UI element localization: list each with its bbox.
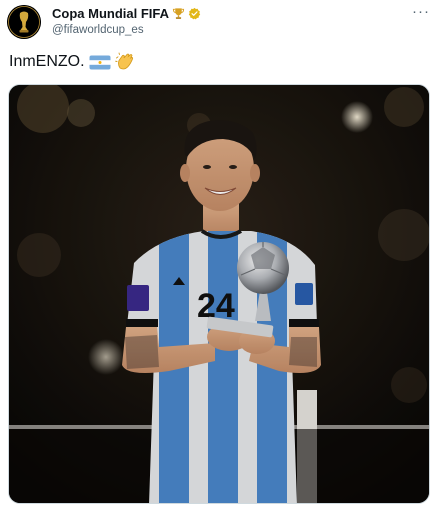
fifa-world-cup-trophy-logo-icon (7, 5, 41, 39)
author-name-row: Copa Mundial FIFA (52, 6, 201, 21)
tweet-media-photo[interactable]: 24 (8, 84, 430, 504)
player-trophy-photo: 24 (9, 85, 429, 503)
author-handle[interactable]: @fifaworldcup_es (52, 24, 144, 36)
more-options-button[interactable]: ··· (412, 3, 430, 20)
verified-badge-icon (188, 7, 201, 20)
author-display-name[interactable]: Copa Mundial FIFA (52, 6, 169, 21)
trophy-icon (172, 8, 185, 19)
author-avatar[interactable] (7, 5, 41, 39)
tweet-header: Copa Mundial FIFA @fifaworldcup_es ··· (0, 0, 443, 44)
argentina-flag-emoji-icon (89, 55, 111, 69)
tweet-text-content: InmENZO. (9, 53, 85, 70)
tweet-text: InmENZO. (9, 52, 135, 72)
clapping-hands-emoji-icon (114, 52, 133, 70)
